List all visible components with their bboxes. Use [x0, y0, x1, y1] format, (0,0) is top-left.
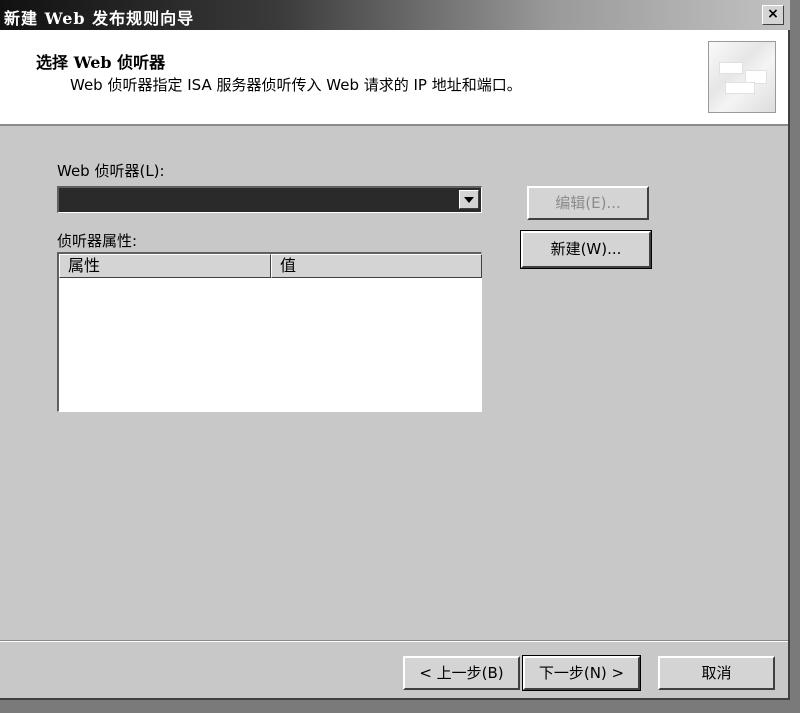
page-description: Web 侦听器指定 ISA 服务器侦听传入 Web 请求的 IP 地址和端口。 [70, 76, 522, 94]
next-button[interactable]: 下一步(N) > [522, 655, 641, 691]
dropdown-button[interactable] [459, 190, 479, 209]
properties-label: 侦听器属性: [57, 232, 138, 250]
listener-label: Web 侦听器(L): [57, 162, 165, 180]
page-title: 选择 Web 侦听器 [36, 53, 166, 72]
column-header-value[interactable]: 值 [271, 254, 482, 278]
wizard-banner-icon [708, 41, 776, 113]
wizard-header: 选择 Web 侦听器 Web 侦听器指定 ISA 服务器侦听传入 Web 请求的… [0, 30, 788, 126]
cancel-button[interactable]: 取消 [658, 656, 775, 690]
footer-divider [0, 640, 788, 642]
close-button[interactable]: × [762, 5, 784, 25]
title-bar: 新建 Web 发布规则向导 × [0, 0, 790, 30]
back-button[interactable]: < 上一步(B) [403, 656, 520, 690]
close-icon: × [767, 6, 779, 22]
wizard-dialog: 新建 Web 发布规则向导 × 选择 Web 侦听器 Web 侦听器指定 ISA… [0, 0, 790, 700]
column-header-property[interactable]: 属性 [59, 254, 271, 278]
new-button[interactable]: 新建(W)... [520, 230, 652, 269]
window-title: 新建 Web 发布规则向导 [4, 9, 195, 28]
properties-table[interactable]: 属性 值 [57, 252, 482, 412]
chevron-down-icon [464, 197, 474, 203]
listener-select[interactable] [57, 186, 482, 213]
edit-button[interactable]: 编辑(E)... [527, 186, 649, 220]
